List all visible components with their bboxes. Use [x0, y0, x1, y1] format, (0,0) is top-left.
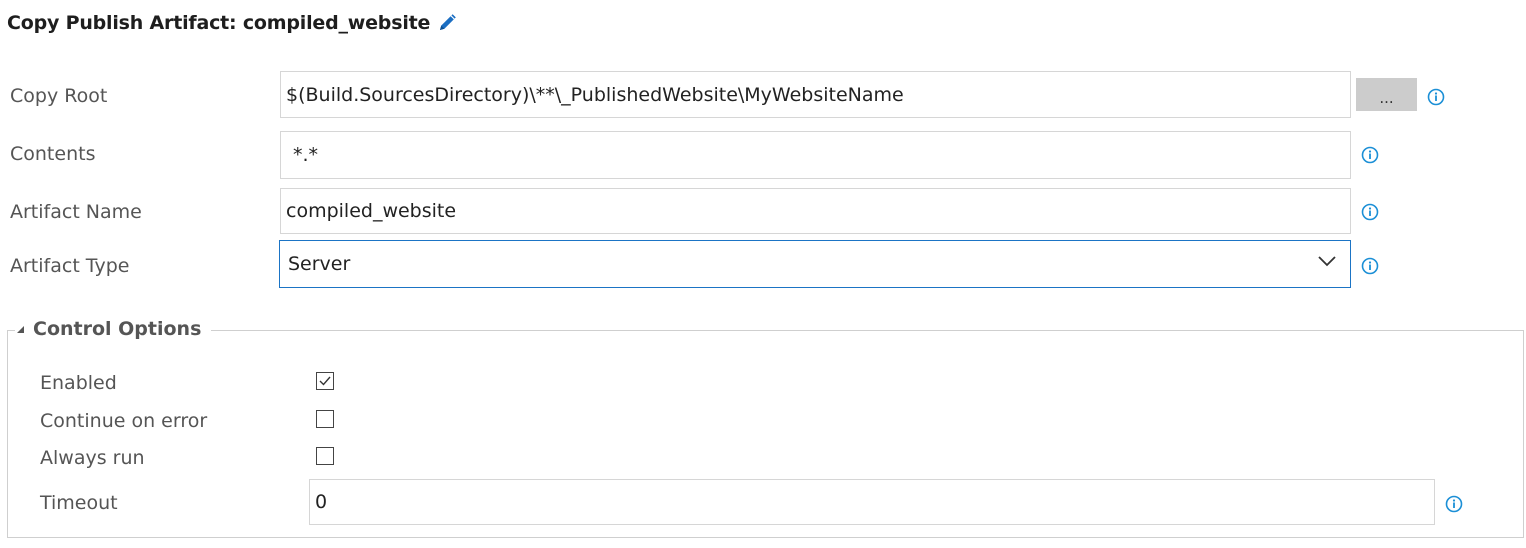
- info-icon[interactable]: [1361, 146, 1379, 164]
- chevron-down-icon: [1318, 256, 1336, 267]
- copy-root-input[interactable]: $(Build.SourcesDirectory)\**\_PublishedW…: [280, 71, 1351, 118]
- pencil-icon[interactable]: [437, 13, 457, 33]
- info-icon[interactable]: [1361, 257, 1379, 275]
- info-icon[interactable]: [1361, 203, 1379, 221]
- artifact-name-label: Artifact Name: [10, 201, 142, 223]
- artifact-name-value: compiled_website: [286, 200, 457, 222]
- info-icon[interactable]: [1445, 495, 1463, 513]
- always-run-checkbox[interactable]: [316, 447, 334, 465]
- info-icon[interactable]: [1427, 88, 1445, 106]
- copy-root-label: Copy Root: [10, 85, 108, 107]
- group-border: [202, 330, 1524, 331]
- timeout-label: Timeout: [40, 492, 118, 514]
- artifact-type-label: Artifact Type: [10, 255, 130, 277]
- always-run-label: Always run: [40, 447, 145, 469]
- enabled-checkbox[interactable]: [316, 372, 334, 390]
- continue-on-error-label: Continue on error: [40, 410, 208, 432]
- enabled-label: Enabled: [40, 372, 117, 394]
- checkmark-icon: [319, 376, 331, 386]
- collapse-triangle-icon: [17, 326, 24, 333]
- contents-input[interactable]: *.*: [280, 131, 1351, 179]
- contents-label: Contents: [10, 143, 96, 165]
- timeout-value: 0: [315, 491, 328, 513]
- artifact-name-input[interactable]: compiled_website: [280, 188, 1351, 234]
- artifact-type-select[interactable]: Server: [279, 240, 1351, 288]
- contents-value: *.*: [293, 144, 319, 166]
- continue-on-error-checkbox[interactable]: [316, 410, 334, 428]
- browse-button[interactable]: ...: [1356, 78, 1417, 111]
- control-options-title: Control Options: [33, 318, 202, 340]
- control-options-toggle[interactable]: Control Options: [15, 316, 212, 342]
- timeout-input[interactable]: 0: [309, 479, 1435, 525]
- artifact-type-value: Server: [288, 253, 351, 275]
- copy-root-value: $(Build.SourcesDirectory)\**\_PublishedW…: [286, 83, 904, 106]
- page-title: Copy Publish Artifact: compiled_website: [7, 10, 457, 36]
- task-title-text: Copy Publish Artifact: compiled_website: [7, 12, 431, 34]
